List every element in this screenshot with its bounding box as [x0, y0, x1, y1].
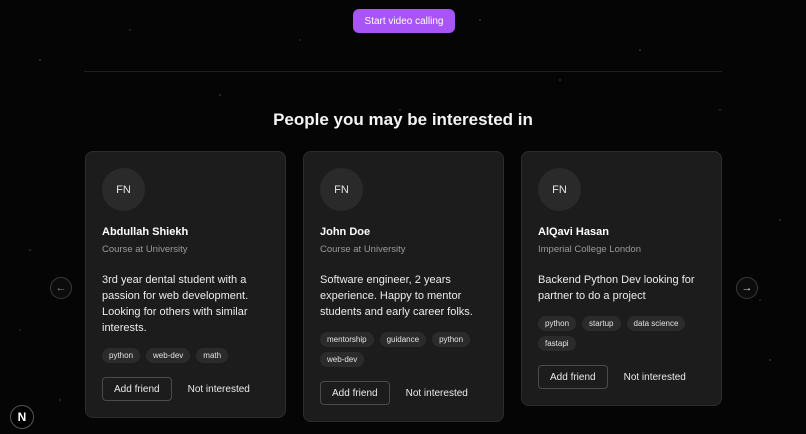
card-actions: Add friend Not interested [538, 365, 705, 389]
profile-name: AlQavi Hasan [538, 226, 609, 238]
profile-subtitle: Course at University [320, 244, 406, 255]
profile-name: John Doe [320, 226, 371, 238]
tag: data science [626, 316, 686, 331]
profile-bio: 3rd year dental student with a passion f… [102, 274, 249, 334]
tag: python [102, 348, 141, 363]
tag: mentorship [320, 332, 374, 347]
tag: web-dev [320, 352, 365, 367]
profile-subtitle: Course at University [102, 244, 188, 255]
not-interested-button[interactable]: Not interested [406, 388, 468, 399]
not-interested-button[interactable]: Not interested [188, 384, 250, 395]
carousel-prev-button[interactable]: ← [50, 277, 72, 299]
profile-bio: Software engineer, 2 years experience. H… [320, 274, 473, 318]
divider [84, 71, 722, 72]
tag: fastapi [538, 336, 576, 351]
arrow-right-icon: → [741, 282, 753, 294]
card-actions: Add friend Not interested [102, 377, 269, 401]
tag: math [196, 348, 229, 363]
profile-card: FN Abdullah Shiekh Course at University … [85, 151, 286, 418]
tag: python [432, 332, 471, 347]
arrow-left-icon: ← [55, 282, 67, 294]
not-interested-button[interactable]: Not interested [624, 372, 686, 383]
card-actions: Add friend Not interested [320, 381, 487, 405]
avatar: FN [320, 168, 363, 211]
tag: startup [582, 316, 621, 331]
add-friend-button[interactable]: Add friend [320, 381, 390, 405]
app-logo-icon[interactable]: N [10, 405, 34, 429]
tag-list: python web-dev math [102, 348, 269, 363]
start-video-calling-button[interactable]: Start video calling [353, 9, 455, 33]
profile-card: FN AlQavi Hasan Imperial College London … [521, 151, 722, 406]
add-friend-button[interactable]: Add friend [102, 377, 172, 401]
avatar: FN [538, 168, 581, 211]
profile-name: Abdullah Shiekh [102, 226, 189, 238]
tag: guidance [379, 332, 427, 347]
profile-subtitle: Imperial College London [538, 244, 641, 255]
tag-list: python startup data science fastapi [538, 316, 705, 351]
avatar: FN [102, 168, 145, 211]
profile-bio: Backend Python Dev looking for partner t… [538, 274, 695, 302]
tag-list: mentorship guidance python web-dev [320, 332, 487, 367]
carousel-next-button[interactable]: → [736, 277, 758, 299]
add-friend-button[interactable]: Add friend [538, 365, 608, 389]
profile-card: FN John Doe Course at University Softwar… [303, 151, 504, 422]
section-title: People you may be interested in [273, 110, 533, 129]
tag: python [538, 316, 577, 331]
tag: web-dev [146, 348, 191, 363]
